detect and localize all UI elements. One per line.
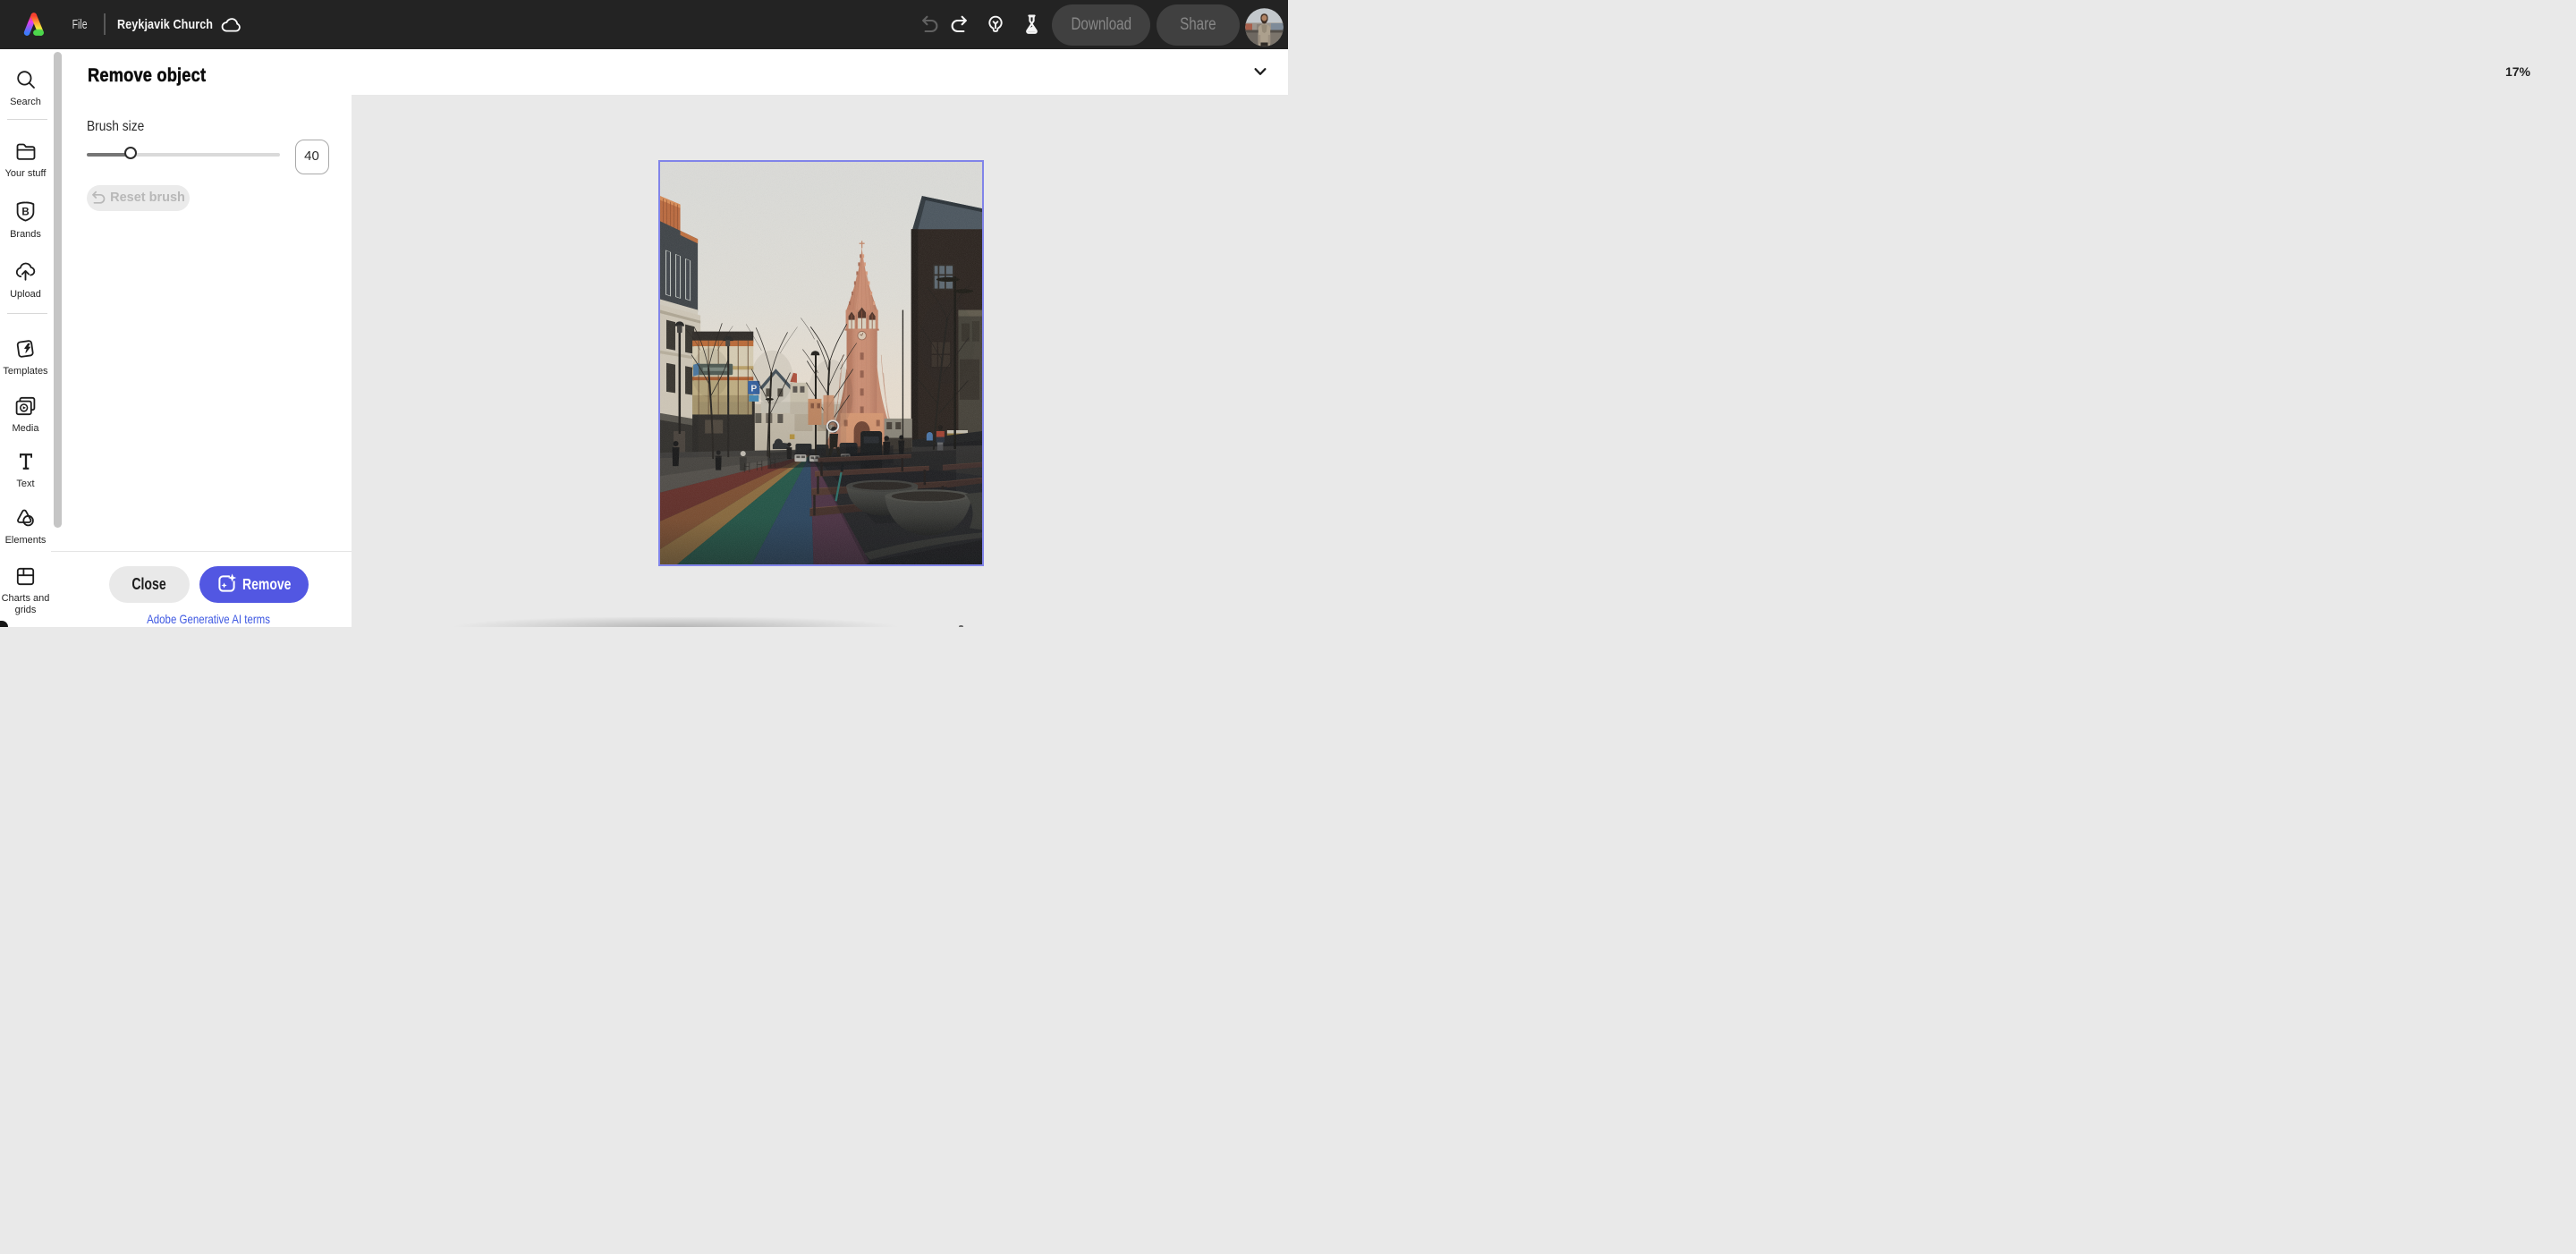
svg-text:B: B xyxy=(21,208,29,218)
